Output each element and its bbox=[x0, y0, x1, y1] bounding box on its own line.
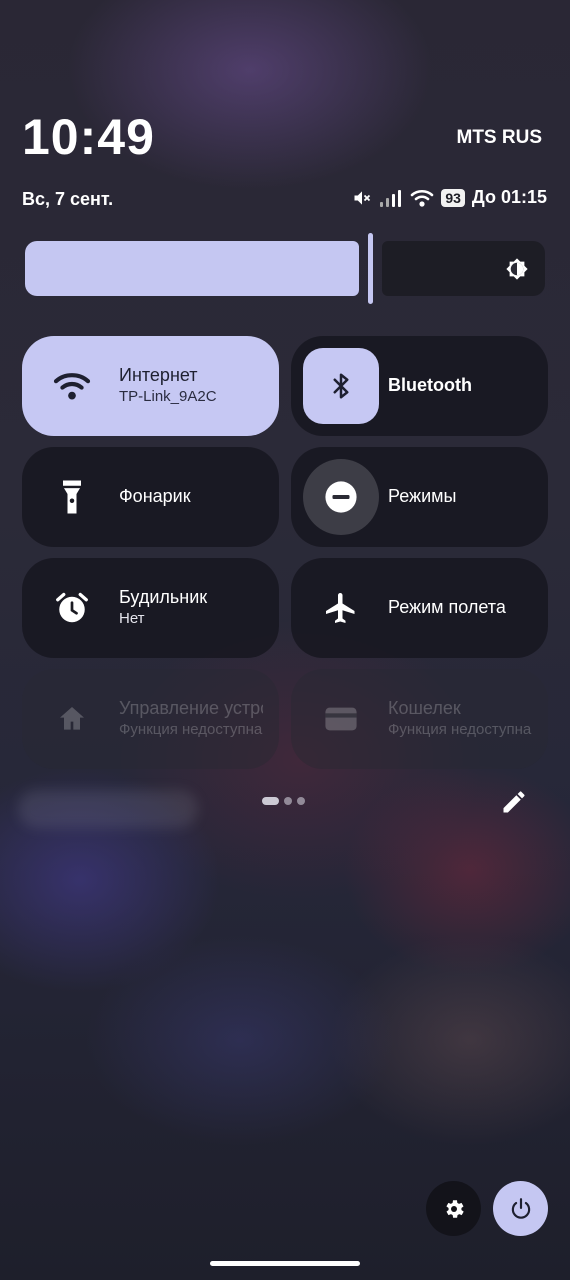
status-icons: 93 До 01:15 bbox=[352, 187, 547, 208]
gesture-home-bar[interactable] bbox=[210, 1261, 360, 1266]
home-icon bbox=[52, 699, 92, 739]
brightness-slider-fill[interactable] bbox=[25, 241, 359, 296]
page-dot-current bbox=[262, 797, 279, 805]
auto-brightness-icon[interactable] bbox=[502, 254, 532, 284]
tile-subtitle: Нет bbox=[119, 610, 145, 627]
flashlight-icon bbox=[52, 477, 92, 517]
wifi-icon bbox=[52, 366, 92, 406]
do-not-disturb-icon[interactable] bbox=[303, 459, 379, 535]
clock-time: 10:49 bbox=[22, 109, 155, 165]
settings-button[interactable] bbox=[426, 1181, 481, 1236]
brightness-slider-handle[interactable] bbox=[368, 233, 373, 304]
page-indicator bbox=[262, 797, 305, 805]
tile-bluetooth[interactable]: Bluetooth bbox=[291, 336, 548, 436]
tile-label: Фонарик bbox=[119, 486, 191, 506]
airplane-icon bbox=[321, 588, 361, 628]
tile-label: Bluetooth bbox=[388, 375, 472, 395]
battery-icon: 93 bbox=[441, 188, 465, 207]
tile-label: Управление устройствами bbox=[119, 698, 263, 718]
gear-icon bbox=[442, 1197, 466, 1221]
alarm-icon bbox=[52, 588, 92, 628]
tile-label: Кошелек bbox=[388, 698, 461, 718]
carrier-name: MTS RUS bbox=[456, 127, 543, 148]
tile-wallet: Кошелек Функция недоступна bbox=[291, 669, 548, 769]
tile-label: Режим полета bbox=[388, 597, 506, 617]
tile-label: Режимы bbox=[388, 486, 457, 506]
tile-internet[interactable]: Интернет TP-Link_9A2C bbox=[22, 336, 279, 436]
tile-label: Интернет bbox=[119, 365, 198, 385]
wifi-icon bbox=[410, 188, 434, 208]
battery-until: До 01:15 bbox=[471, 187, 547, 207]
tile-modes[interactable]: Режимы bbox=[291, 447, 548, 547]
tile-subtitle: TP-Link_9A2C bbox=[119, 388, 217, 405]
power-button[interactable] bbox=[493, 1181, 548, 1236]
page-dot bbox=[284, 797, 292, 805]
edit-icon[interactable] bbox=[498, 786, 530, 818]
blurred-info-area bbox=[18, 790, 198, 828]
page-dot bbox=[297, 797, 305, 805]
tile-subtitle: Функция недоступна bbox=[388, 721, 532, 738]
tile-airplane-mode[interactable]: Режим полета bbox=[291, 558, 548, 658]
tile-alarm[interactable]: Будильник Нет bbox=[22, 558, 279, 658]
date-label[interactable]: Вс, 7 сент. bbox=[22, 189, 113, 210]
wallet-icon bbox=[321, 699, 361, 739]
tile-subtitle: Функция недоступна bbox=[119, 721, 263, 738]
tile-device-control: Управление устройствами Функция недоступ… bbox=[22, 669, 279, 769]
tile-flashlight[interactable]: Фонарик bbox=[22, 447, 279, 547]
signal-icon bbox=[379, 189, 403, 207]
tile-label: Будильник bbox=[119, 587, 208, 607]
bluetooth-icon[interactable] bbox=[303, 348, 379, 424]
mute-icon bbox=[352, 188, 372, 208]
power-icon bbox=[508, 1196, 534, 1222]
